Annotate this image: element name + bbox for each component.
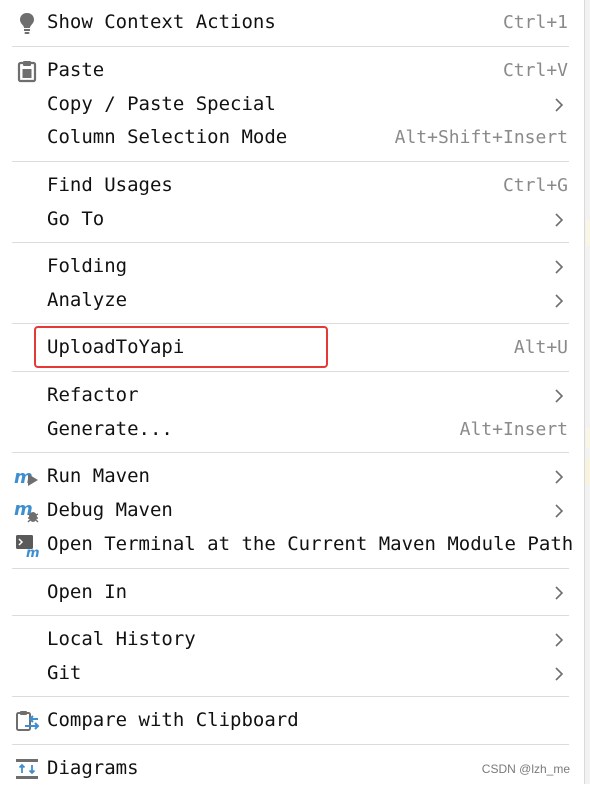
menu-item-label: Open In [47, 581, 128, 603]
menu-item-analyze[interactable]: Analyze [0, 284, 584, 317]
menu-item-copy-paste-special[interactable]: Copy / Paste Special [0, 88, 584, 121]
menu-item-debug-maven[interactable]: m Debug Maven [0, 494, 584, 527]
menu-item-git[interactable]: Git [0, 657, 584, 690]
compare-clipboard-icon [16, 711, 40, 731]
separator [12, 242, 569, 243]
menu-item-compare-with-clipboard[interactable]: Compare with Clipboard [0, 704, 584, 737]
context-menu: Show Context Actions Ctrl+1 Paste Ctrl+V… [0, 0, 584, 784]
menu-item-shortcut: Ctrl+1 [502, 12, 568, 33]
menu-item-generate[interactable]: Generate... Alt+Insert [0, 413, 584, 446]
chevron-right-icon [555, 389, 564, 403]
menu-item-label: Go To [47, 208, 105, 230]
menu-item-label: Compare with Clipboard [47, 709, 299, 731]
maven-run-icon: m [14, 467, 38, 488]
chevron-right-icon [555, 667, 564, 681]
separator [12, 568, 569, 569]
menu-item-show-context-actions[interactable]: Show Context Actions Ctrl+1 [0, 6, 584, 39]
menu-item-label: Local History [47, 628, 196, 650]
chevron-right-icon [555, 470, 564, 484]
menu-item-label: Run Maven [47, 465, 150, 487]
svg-text:m: m [26, 546, 40, 558]
separator [12, 452, 569, 453]
separator [12, 46, 569, 47]
separator [12, 371, 569, 372]
menu-item-label: Copy / Paste Special [47, 93, 276, 115]
menu-item-shortcut: Alt+Shift+Insert [394, 127, 568, 148]
menu-item-label: Open Terminal at the Current Maven Modul… [47, 533, 574, 555]
chevron-right-icon [555, 260, 564, 274]
menu-item-label: Paste [47, 59, 105, 81]
menu-item-label: Diagrams [47, 757, 139, 779]
separator [12, 161, 569, 162]
chevron-right-icon [555, 633, 564, 647]
maven-debug-icon: m [14, 499, 39, 523]
menu-item-paste[interactable]: Paste Ctrl+V [0, 54, 584, 87]
separator [12, 615, 569, 616]
menu-item-shortcut: Alt+U [513, 337, 568, 358]
menu-item-label: Refactor [47, 384, 139, 406]
menu-item-shortcut: Alt+Insert [459, 419, 568, 440]
menu-item-shortcut: Ctrl+G [502, 175, 568, 196]
menu-item-column-selection-mode[interactable]: Column Selection Mode Alt+Shift+Insert [0, 121, 584, 154]
menu-item-label: Generate... [47, 418, 173, 440]
highlight-box [34, 326, 328, 368]
menu-item-label: Debug Maven [47, 499, 173, 521]
menu-item-open-terminal-maven[interactable]: m Open Terminal at the Current Maven Mod… [0, 528, 584, 561]
chevron-right-icon [555, 504, 564, 518]
chevron-right-icon [555, 98, 564, 112]
menu-item-label: Git [47, 662, 82, 684]
separator [12, 696, 569, 697]
menu-item-label: Analyze [47, 289, 128, 311]
menu-item-shortcut: Ctrl+V [502, 60, 568, 81]
menu-item-label: Show Context Actions [47, 11, 276, 33]
chevron-right-icon [555, 294, 564, 308]
menu-item-label: Folding [47, 255, 128, 277]
separator [12, 744, 569, 745]
separator [12, 323, 569, 324]
editor-edge-mark [586, 220, 590, 246]
menu-item-refactor[interactable]: Refactor [0, 379, 584, 412]
watermark: CSDN @lzh_me [481, 762, 570, 776]
editor-edge-mark [585, 458, 590, 484]
maven-terminal-icon: m [16, 535, 40, 558]
chevron-right-icon [555, 586, 564, 600]
menu-item-folding[interactable]: Folding [0, 250, 584, 283]
menu-item-label: Find Usages [47, 174, 173, 196]
editor-edge-mark [586, 428, 590, 448]
menu-item-find-usages[interactable]: Find Usages Ctrl+G [0, 169, 584, 202]
menu-item-go-to[interactable]: Go To [0, 203, 584, 236]
editor-edge [584, 0, 590, 784]
menu-item-local-history[interactable]: Local History [0, 623, 584, 656]
menu-item-run-maven[interactable]: m Run Maven [0, 460, 584, 493]
diagrams-icon [16, 759, 38, 779]
menu-item-label: Column Selection Mode [47, 126, 288, 148]
menu-item-open-in[interactable]: Open In [0, 576, 584, 609]
clipboard-icon [17, 61, 37, 83]
chevron-right-icon [555, 213, 564, 227]
lightbulb-icon [20, 13, 34, 34]
